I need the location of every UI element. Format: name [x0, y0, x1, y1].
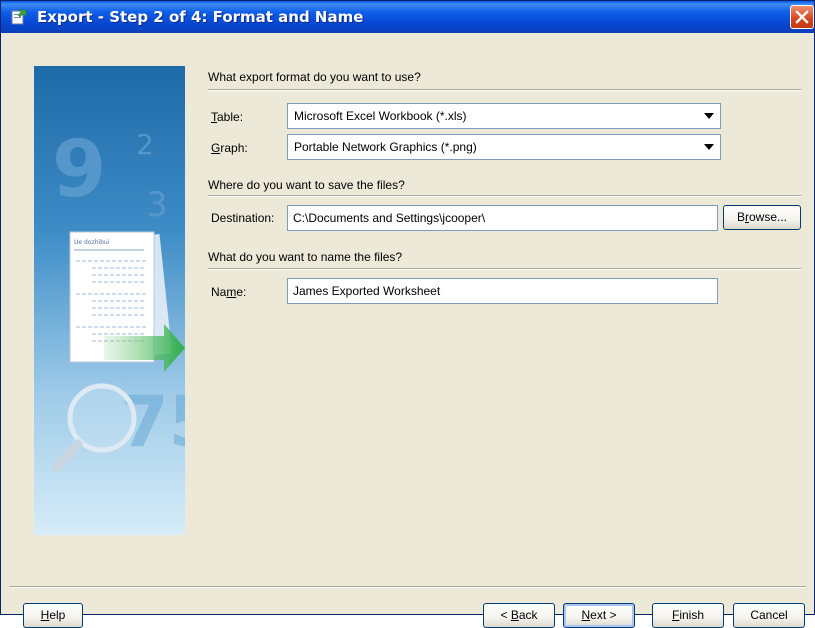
name-label-post: e: [236, 285, 247, 299]
format-section-separator [208, 89, 801, 91]
help-label-text: elp [49, 608, 66, 622]
title-bar[interactable]: Export - Step 2 of 4: Format and Name [1, 1, 814, 33]
save-section-heading: Where do you want to save the files? [208, 178, 405, 192]
name-label-pre: Na [211, 285, 227, 299]
graph-format-dropdown[interactable]: Portable Network Graphics (*.png) [287, 134, 721, 160]
help-button[interactable]: Help [23, 603, 83, 628]
back-label-post: ack [518, 608, 538, 622]
export-dialog: Export - Step 2 of 4: Format and Name 9 … [0, 0, 815, 628]
graph-format-value: Portable Network Graphics (*.png) [294, 140, 477, 154]
svg-text:2: 2 [136, 128, 154, 161]
close-icon [795, 10, 809, 24]
destination-input[interactable] [288, 206, 717, 230]
svg-text:3: 3 [146, 185, 168, 225]
finish-label-post: inish [679, 608, 705, 622]
browse-button[interactable]: Browse... [723, 205, 801, 230]
back-label-pre: < [500, 608, 511, 622]
name-section-heading: What do you want to name the files? [208, 250, 403, 264]
destination-label: Destination: [211, 211, 275, 225]
svg-text:9: 9 [52, 125, 106, 215]
cancel-button[interactable]: Cancel [733, 603, 805, 628]
table-label-text: able: [217, 110, 244, 124]
next-label-mnemonic: N [581, 608, 591, 622]
button-bar-separator [9, 586, 806, 588]
back-button[interactable]: < Back [483, 603, 555, 628]
next-label-post: ext > [590, 608, 617, 622]
browse-label-pre: B [736, 210, 745, 224]
table-format-value: Microsoft Excel Workbook (*.xls) [294, 109, 467, 123]
table-label: Table: [211, 110, 243, 124]
dropdown-arrow-icon [704, 144, 714, 150]
document-magnifier-illustration: 9 2 3 75 Ue dozhibui [34, 66, 185, 535]
name-label-mnemonic: m [226, 285, 237, 299]
window-title: Export - Step 2 of 4: Format and Name [37, 8, 364, 26]
finish-button[interactable]: Finish [652, 603, 724, 628]
back-label-mnemonic: B [510, 608, 519, 622]
name-field[interactable] [287, 278, 718, 304]
close-button[interactable] [790, 5, 814, 29]
table-format-dropdown[interactable]: Microsoft Excel Workbook (*.xls) [287, 103, 721, 129]
destination-field[interactable] [287, 205, 718, 231]
graph-label-mnemonic: G [211, 141, 221, 155]
name-input[interactable] [288, 279, 717, 303]
next-button[interactable]: Next > [563, 603, 635, 628]
export-wizard-icon [11, 9, 27, 25]
browse-label-post: owse... [749, 210, 788, 224]
format-section-heading: What export format do you want to use? [208, 70, 421, 84]
graph-label-text: raph: [220, 141, 248, 155]
name-label: Name: [211, 285, 246, 299]
graph-label: Graph: [211, 141, 248, 155]
dropdown-arrow-icon [704, 113, 714, 119]
save-section-separator [208, 195, 801, 197]
svg-text:Ue dozhibui: Ue dozhibui [74, 239, 110, 246]
name-section-separator [208, 268, 801, 270]
